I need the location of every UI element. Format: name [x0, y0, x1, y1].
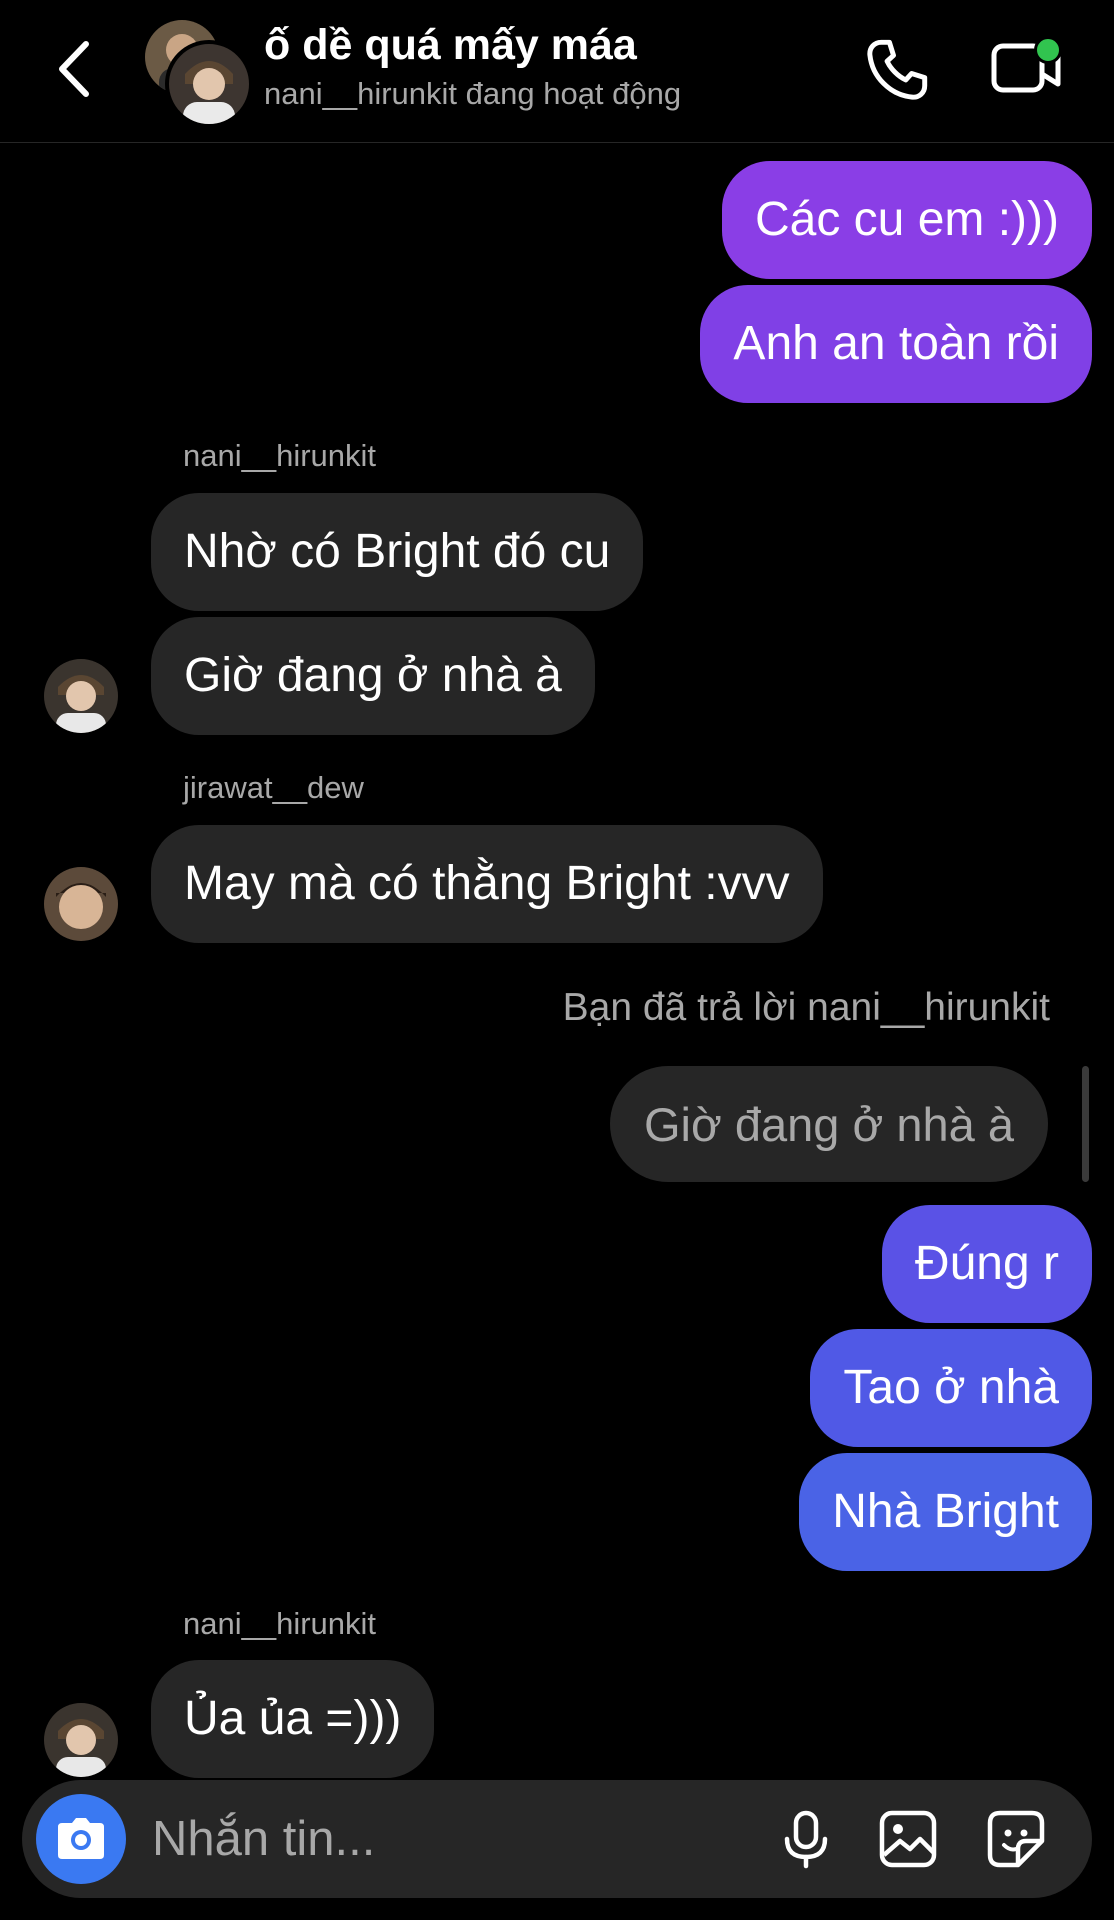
received-message[interactable]: May mà có thằng Bright :vvv — [151, 825, 823, 943]
reply-indicator-bar — [1082, 1066, 1089, 1182]
quoted-message[interactable]: Giờ đang ở nhà à — [610, 1066, 1048, 1182]
message-input[interactable]: Nhắn tin... — [152, 1810, 375, 1868]
message-text: Nhờ có Bright đó cu — [184, 525, 611, 578]
camera-button[interactable] — [36, 1794, 126, 1884]
sender-name: jirawat__dew — [183, 770, 364, 805]
chat-header: ố dề quá mấy máa nani__hirunkit đang hoạ… — [0, 0, 1114, 143]
received-message[interactable]: Nhờ có Bright đó cu — [151, 493, 644, 611]
avatar[interactable] — [44, 1703, 118, 1777]
image-icon — [879, 1810, 937, 1868]
sent-message[interactable]: Tao ở nhà — [810, 1329, 1092, 1447]
sticker-button[interactable] — [986, 1809, 1046, 1869]
group-avatar[interactable] — [145, 20, 253, 128]
gallery-button[interactable] — [878, 1809, 938, 1869]
audio-call-button[interactable] — [862, 35, 932, 105]
message-text: Ủa ủa =))) — [184, 1692, 402, 1745]
microphone-icon — [784, 1810, 828, 1869]
phone-icon — [867, 39, 928, 100]
message-text: Các cu em :))) — [754, 193, 1059, 246]
message-text: May mà có thằng Bright :vvv — [184, 857, 790, 910]
received-message[interactable]: Ủa ủa =))) — [151, 1660, 435, 1778]
avatar[interactable] — [44, 867, 118, 941]
sender-name: nani__hirunkit — [183, 438, 377, 473]
avatar[interactable] — [44, 659, 118, 733]
sent-message[interactable]: Đúng r — [881, 1205, 1092, 1323]
message-text: Đúng r — [914, 1237, 1059, 1290]
chat-title: ố dề quá mấy máa — [264, 21, 637, 69]
avatar — [165, 40, 253, 128]
reply-note: Bạn đã trả lời nani__hirunkit — [562, 986, 1050, 1029]
chat-title-block[interactable]: ố dề quá mấy máa nani__hirunkit đang hoạ… — [264, 20, 681, 114]
sent-message[interactable]: Anh an toàn rồi — [700, 285, 1092, 403]
received-message[interactable]: Giờ đang ở nhà à — [151, 617, 595, 735]
camera-icon — [58, 1818, 104, 1859]
sent-message[interactable]: Nhà Bright — [799, 1453, 1092, 1571]
sticker-icon — [987, 1810, 1045, 1868]
online-indicator — [1034, 36, 1062, 64]
message-text: Nhà Bright — [832, 1485, 1059, 1538]
back-icon — [59, 41, 89, 97]
message-text: Tao ở nhà — [843, 1361, 1059, 1414]
message-text: Anh an toàn rồi — [733, 317, 1059, 370]
message-composer: Nhắn tin... — [22, 1780, 1092, 1898]
sender-name: nani__hirunkit — [183, 1606, 377, 1641]
sent-message[interactable]: Các cu em :))) — [721, 161, 1092, 279]
back-button[interactable] — [50, 36, 100, 102]
message-text: Giờ đang ở nhà à — [184, 649, 562, 702]
quoted-text: Giờ đang ở nhà à — [644, 1097, 1014, 1151]
chat-status: nani__hirunkit đang hoạt động — [264, 76, 682, 111]
microphone-button[interactable] — [776, 1809, 836, 1869]
